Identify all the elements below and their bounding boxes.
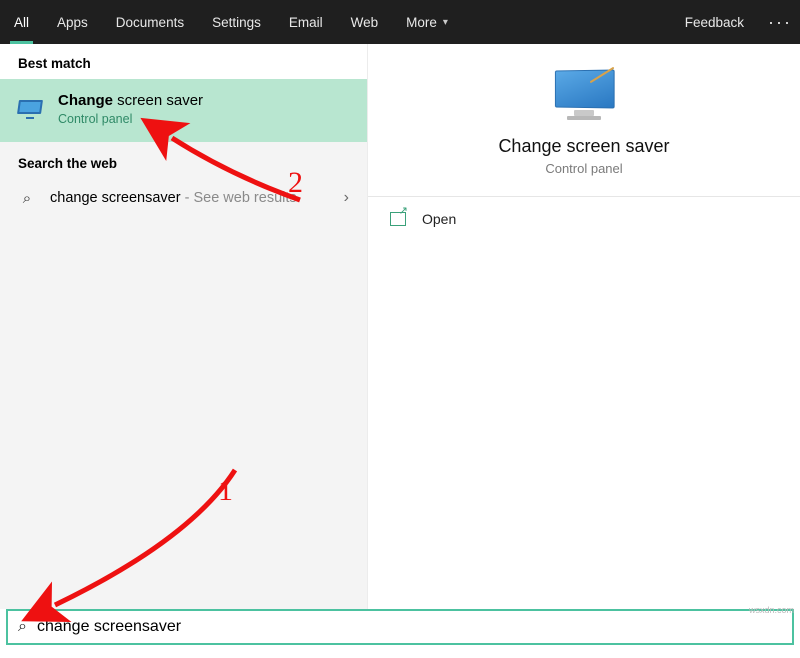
tab-all[interactable]: All	[0, 0, 43, 44]
tab-more[interactable]: More ▾	[392, 0, 462, 44]
search-icon: ⌕	[18, 618, 27, 636]
best-match-result[interactable]: Change screen saver Control panel	[0, 79, 367, 142]
web-search-result[interactable]: ⌕ change screensaver - See web results ›	[0, 179, 367, 217]
web-search-text: change screensaver - See web results	[50, 190, 330, 206]
preview-subtitle: Control panel	[368, 161, 800, 176]
tab-settings[interactable]: Settings	[198, 0, 275, 44]
search-results-area: Best match Change screen saver Control p…	[0, 44, 800, 609]
search-filter-tabbar: All Apps Documents Settings Email Web Mo…	[0, 0, 800, 44]
preview-pane: Change screen saver Control panel Open	[368, 44, 800, 609]
tab-documents[interactable]: Documents	[102, 0, 198, 44]
tab-more-label: More	[406, 15, 437, 30]
section-header-search-web: Search the web	[0, 142, 367, 179]
open-action[interactable]: Open	[368, 197, 800, 241]
tab-email[interactable]: Email	[275, 0, 337, 44]
search-icon: ⌕	[18, 190, 36, 207]
search-bar[interactable]: ⌕	[6, 609, 794, 645]
more-options-button[interactable]: ···	[760, 0, 800, 44]
ellipsis-icon: ···	[768, 12, 792, 33]
watermark: wsxdn.com	[749, 605, 794, 615]
search-input[interactable]	[37, 618, 782, 636]
preview-title: Change screen saver	[368, 136, 800, 157]
best-match-text: Change screen saver Control panel	[58, 91, 203, 128]
tabbar-spacer	[462, 0, 671, 44]
tab-web[interactable]: Web	[337, 0, 393, 44]
screensaver-large-icon	[552, 70, 616, 120]
open-label: Open	[422, 211, 456, 227]
chevron-right-icon: ›	[344, 189, 349, 207]
results-list: Best match Change screen saver Control p…	[0, 44, 368, 609]
preview-header: Change screen saver Control panel	[368, 44, 800, 197]
web-search-query: change screensaver	[50, 190, 181, 206]
web-search-suffix: - See web results	[181, 190, 297, 206]
open-icon	[390, 212, 406, 226]
best-match-subtitle: Control panel	[58, 111, 203, 128]
feedback-button[interactable]: Feedback	[671, 0, 760, 44]
chevron-down-icon: ▾	[443, 17, 448, 28]
best-match-title-rest: screen saver	[113, 92, 203, 109]
screensaver-icon	[18, 100, 44, 120]
tab-apps[interactable]: Apps	[43, 0, 102, 44]
section-header-best-match: Best match	[0, 44, 367, 79]
best-match-title-bold: Change	[58, 92, 113, 109]
